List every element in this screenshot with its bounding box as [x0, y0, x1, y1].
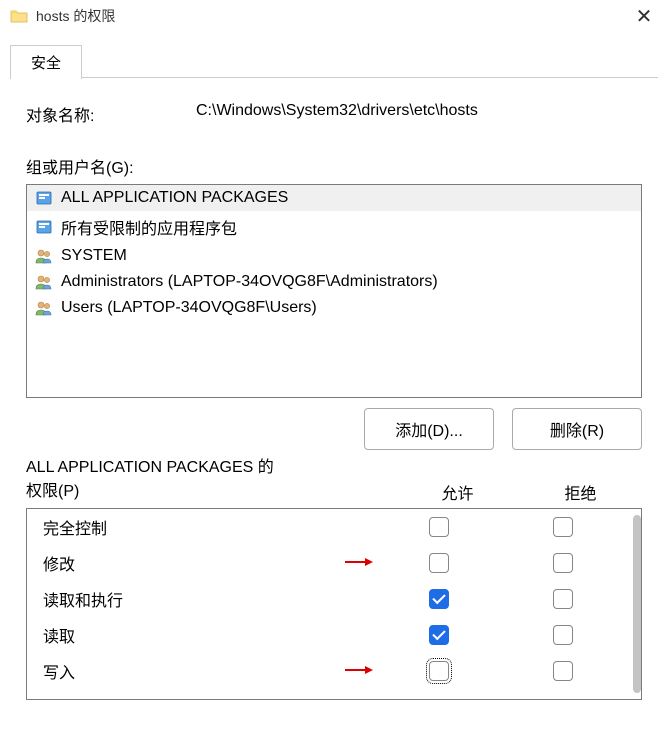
deny-cell	[501, 589, 625, 609]
permissions-list: 完全控制修改读取和执行读取写入	[26, 508, 642, 700]
permission-row: 读取和执行	[27, 581, 641, 617]
permission-row: 写入	[27, 653, 641, 689]
permissions-header-line1: ALL APPLICATION PACKAGES 的	[26, 456, 396, 480]
tab-security[interactable]: 安全	[10, 45, 82, 79]
column-header-deny: 拒绝	[519, 480, 642, 504]
package-icon	[33, 218, 55, 236]
deny-checkbox[interactable]	[553, 589, 573, 609]
deny-cell	[501, 553, 625, 573]
group-item-label: ALL APPLICATION PACKAGES	[61, 189, 288, 207]
content-area: 对象名称: C:\Windows\System32\drivers\etc\ho…	[0, 78, 668, 714]
deny-checkbox[interactable]	[553, 625, 573, 645]
permission-row: 读取	[27, 617, 641, 653]
groups-list[interactable]: ALL APPLICATION PACKAGES 所有受限制的应用程序包 SYSTE…	[26, 184, 642, 398]
group-list-item[interactable]: SYSTEM	[27, 243, 641, 269]
allow-checkbox[interactable]	[429, 625, 449, 645]
permission-checkbox-columns	[377, 517, 625, 537]
remove-button[interactable]: 删除(R)	[512, 408, 642, 450]
object-name-value: C:\Windows\System32\drivers\etc\hosts	[196, 102, 478, 126]
object-name-row: 对象名称: C:\Windows\System32\drivers\etc\ho…	[26, 102, 642, 126]
group-item-label: 所有受限制的应用程序包	[61, 215, 237, 239]
permission-name: 完全控制	[43, 515, 377, 539]
permission-name: 读取和执行	[43, 587, 377, 611]
deny-cell	[501, 661, 625, 681]
group-list-item[interactable]: Users (LAPTOP-34OVQG8F\Users)	[27, 295, 641, 321]
tab-container: 安全	[0, 34, 668, 78]
groups-label: 组或用户名(G):	[26, 154, 642, 178]
users-icon	[33, 299, 55, 317]
allow-cell	[377, 589, 501, 609]
allow-checkbox[interactable]	[429, 661, 449, 681]
add-button[interactable]: 添加(D)...	[364, 408, 494, 450]
arrow-annotation-icon	[343, 663, 373, 677]
deny-checkbox[interactable]	[553, 517, 573, 537]
deny-checkbox[interactable]	[553, 661, 573, 681]
object-name-label: 对象名称:	[26, 102, 196, 126]
permission-checkbox-columns	[377, 661, 625, 681]
group-item-label: Administrators (LAPTOP-34OVQG8F\Administ…	[61, 273, 438, 291]
allow-checkbox[interactable]	[429, 589, 449, 609]
permission-checkbox-columns	[377, 553, 625, 573]
folder-icon	[10, 9, 28, 23]
allow-checkbox[interactable]	[429, 517, 449, 537]
permissions-header-row: ALL APPLICATION PACKAGES 的 权限(P) 允许 拒绝	[26, 456, 642, 504]
allow-cell	[377, 661, 501, 681]
permission-name: 写入	[43, 659, 377, 683]
window-title: hosts 的权限	[36, 6, 115, 26]
close-button[interactable]: ✕	[632, 4, 656, 29]
allow-cell	[377, 625, 501, 645]
permission-name: 读取	[43, 623, 377, 647]
arrow-annotation-icon	[343, 555, 373, 569]
scrollbar[interactable]	[633, 515, 641, 693]
permissions-header-left: ALL APPLICATION PACKAGES 的 权限(P)	[26, 456, 396, 504]
window-titlebar: hosts 的权限 ✕	[0, 0, 668, 34]
column-header-allow: 允许	[396, 480, 519, 504]
users-icon	[33, 247, 55, 265]
groups-button-row: 添加(D)... 删除(R)	[26, 408, 642, 450]
group-item-label: Users (LAPTOP-34OVQG8F\Users)	[61, 299, 317, 317]
allow-checkbox[interactable]	[429, 553, 449, 573]
permission-row: 完全控制	[27, 509, 641, 545]
permission-name: 修改	[43, 551, 377, 575]
deny-cell	[501, 517, 625, 537]
permission-checkbox-columns	[377, 625, 625, 645]
allow-cell	[377, 553, 501, 573]
permissions-header-line2: 权限(P)	[26, 480, 396, 504]
package-icon	[33, 189, 55, 207]
group-item-label: SYSTEM	[61, 247, 127, 265]
users-icon	[33, 273, 55, 291]
group-list-item[interactable]: ALL APPLICATION PACKAGES	[27, 185, 641, 211]
permission-row: 修改	[27, 545, 641, 581]
permission-checkbox-columns	[377, 589, 625, 609]
group-list-item[interactable]: 所有受限制的应用程序包	[27, 211, 641, 243]
permissions-column-headers: 允许 拒绝	[396, 480, 642, 504]
tab-row: 安全	[10, 44, 658, 78]
allow-cell	[377, 517, 501, 537]
deny-checkbox[interactable]	[553, 553, 573, 573]
group-list-item[interactable]: Administrators (LAPTOP-34OVQG8F\Administ…	[27, 269, 641, 295]
deny-cell	[501, 625, 625, 645]
